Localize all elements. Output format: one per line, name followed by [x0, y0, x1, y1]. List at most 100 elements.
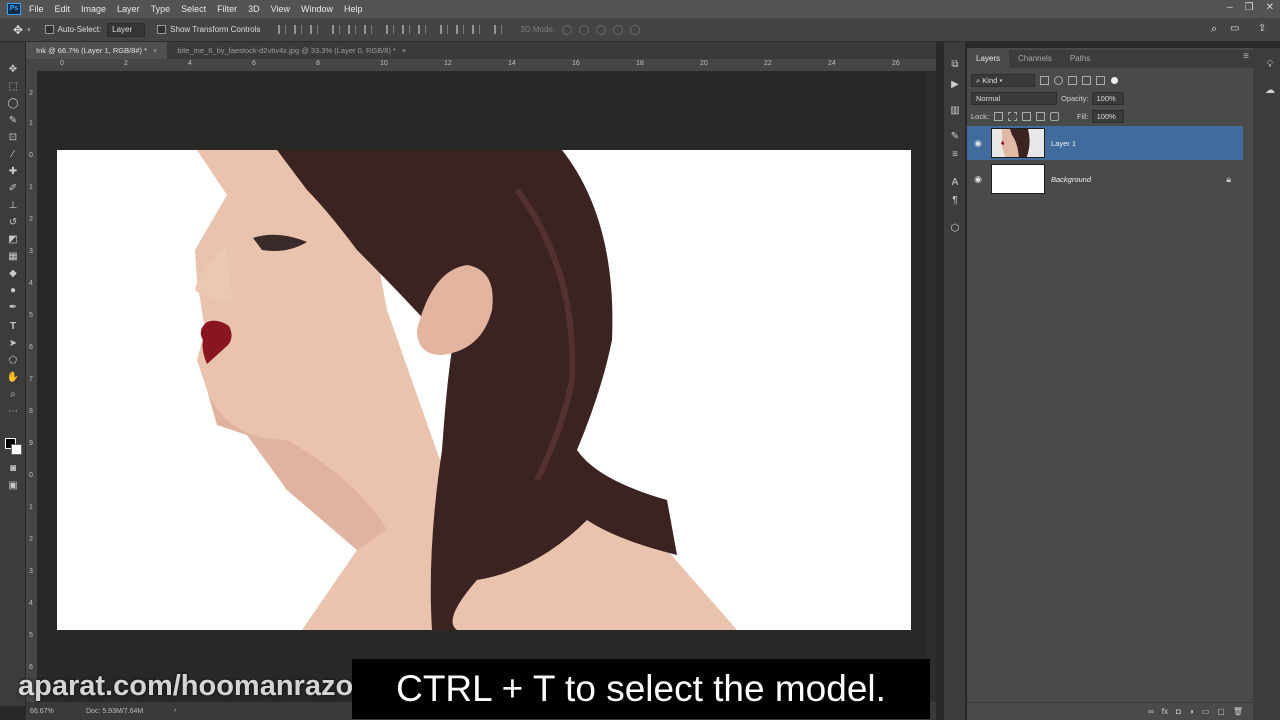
- gradient-tool-icon[interactable]: ▦: [6, 251, 20, 263]
- filter-pixel-icon[interactable]: [1040, 75, 1049, 85]
- visibility-eye-icon[interactable]: ◉: [967, 138, 989, 149]
- actions-panel-icon[interactable]: ▶: [948, 78, 962, 91]
- fill-input[interactable]: 100%: [1091, 109, 1124, 123]
- screen-mode-icon[interactable]: ▣: [6, 480, 20, 492]
- 3d-pan-icon[interactable]: [596, 24, 607, 35]
- align-left-icon[interactable]: [332, 25, 341, 34]
- quick-mask-icon[interactable]: ◙: [6, 463, 20, 475]
- tab-channels[interactable]: Channels: [1009, 50, 1061, 68]
- 3d-roll-icon[interactable]: [579, 24, 590, 35]
- auto-select-dropdown[interactable]: Layer: [107, 22, 146, 37]
- layers-scrollbar[interactable]: [1253, 48, 1260, 720]
- layer-row-background[interactable]: ◉ Background 🔒︎: [967, 162, 1243, 196]
- history-brush-tool-icon[interactable]: ↺: [6, 217, 20, 229]
- 3d-scale-icon[interactable]: [630, 24, 641, 35]
- type-tool-icon[interactable]: T: [6, 321, 20, 333]
- minimize-icon[interactable]: –: [1227, 2, 1233, 13]
- panel-divider[interactable]: [936, 42, 944, 720]
- background-color-swatch[interactable]: [11, 444, 22, 455]
- align-vcenter-icon[interactable]: [294, 25, 303, 34]
- lock-position-icon[interactable]: [1021, 111, 1031, 121]
- eraser-tool-icon[interactable]: ◩: [6, 234, 20, 246]
- workspace-icon[interactable]: ▭: [1230, 23, 1239, 34]
- ruler-origin[interactable]: [26, 59, 38, 72]
- close-tab-icon[interactable]: ×: [402, 46, 406, 55]
- menu-type[interactable]: Type: [151, 4, 171, 14]
- zoom-tool-icon[interactable]: ⌕: [6, 389, 20, 401]
- filter-toggle-icon[interactable]: [1111, 76, 1118, 84]
- filter-shape-icon[interactable]: [1082, 75, 1091, 85]
- link-layers-icon[interactable]: ∞: [1148, 707, 1154, 716]
- panel-menu-icon[interactable]: ≡: [1243, 51, 1249, 62]
- lasso-tool-icon[interactable]: ◯: [6, 98, 20, 110]
- tab-ink[interactable]: Ink @ 66.7% (Layer 1, RGB/8#) * ×: [26, 42, 168, 59]
- tab-layers[interactable]: Layers: [967, 50, 1010, 68]
- filter-smart-object-icon[interactable]: [1096, 75, 1105, 85]
- ruler-vertical[interactable]: 2 1 0 1 2 3 4 5 6 7 8 9 0 1 2 3 4 5 6: [26, 72, 38, 702]
- layer-name[interactable]: Background: [1051, 175, 1091, 184]
- quick-select-tool-icon[interactable]: ✎: [6, 115, 20, 127]
- align-top-icon[interactable]: [278, 25, 287, 34]
- restore-icon[interactable]: ❐: [1245, 2, 1254, 13]
- align-bottom-icon[interactable]: [310, 25, 319, 34]
- lock-all-icon[interactable]: [1049, 111, 1059, 121]
- auto-align-icon[interactable]: [494, 25, 503, 34]
- character-panel-icon[interactable]: A: [948, 176, 962, 189]
- distribute-bottom-icon[interactable]: [418, 25, 427, 34]
- libraries-panel-icon[interactable]: ☁: [1263, 84, 1277, 97]
- path-select-tool-icon[interactable]: ➤: [6, 338, 20, 350]
- document-canvas[interactable]: [57, 150, 911, 630]
- properties-panel-icon[interactable]: ≡: [948, 148, 962, 161]
- search-icon[interactable]: ⌕: [1211, 23, 1217, 36]
- show-transform-checkbox[interactable]: [157, 25, 167, 34]
- ruler-horizontal[interactable]: 0 2 4 6 8 10 12 14 16 18 20 22 24 26: [38, 59, 936, 72]
- align-right-icon[interactable]: [364, 25, 373, 34]
- crop-tool-icon[interactable]: ⊡: [6, 132, 20, 144]
- layer-row-layer-1[interactable]: ◉ Layer 1: [967, 126, 1243, 160]
- 3d-panel-icon[interactable]: ⬡: [948, 222, 962, 235]
- 3d-orbit-icon[interactable]: [562, 24, 573, 35]
- add-mask-icon[interactable]: ◘: [1176, 707, 1181, 716]
- delete-layer-icon[interactable]: 🗑: [1233, 707, 1243, 716]
- menu-image[interactable]: Image: [81, 4, 106, 14]
- menu-edit[interactable]: Edit: [55, 4, 71, 14]
- blend-mode-dropdown[interactable]: Normal: [971, 91, 1057, 105]
- 3d-slide-icon[interactable]: [613, 24, 624, 35]
- blur-tool-icon[interactable]: ◆: [6, 268, 20, 280]
- share-icon[interactable]: ⇪: [1258, 23, 1266, 34]
- eyedropper-tool-icon[interactable]: ⁄: [6, 149, 20, 161]
- history-panel-icon[interactable]: ⧉: [948, 58, 962, 71]
- distribute-vcenter-icon[interactable]: [402, 25, 411, 34]
- healing-brush-tool-icon[interactable]: ✚: [6, 166, 20, 178]
- new-layer-icon[interactable]: ▢: [1217, 707, 1225, 716]
- hand-tool-icon[interactable]: ✋: [6, 372, 20, 384]
- lock-artboard-icon[interactable]: [1035, 111, 1045, 121]
- auto-select-checkbox[interactable]: [44, 25, 54, 34]
- menu-window[interactable]: Window: [301, 4, 333, 14]
- adjustment-layer-icon[interactable]: ◑: [1189, 707, 1194, 716]
- new-group-icon[interactable]: ▭: [1202, 707, 1210, 716]
- opacity-input[interactable]: 100%: [1091, 91, 1124, 105]
- align-hcenter-icon[interactable]: [348, 25, 357, 34]
- visibility-eye-icon[interactable]: ◉: [967, 174, 989, 185]
- zoom-level[interactable]: 66.67%: [30, 708, 54, 715]
- move-tool-icon[interactable]: ✥: [6, 64, 20, 76]
- distribute-hcenter-icon[interactable]: [456, 25, 465, 34]
- tab-bite-me[interactable]: bite_me_6_by_faestock-d2vbv4z.jpg @ 33.3…: [167, 42, 416, 59]
- brush-tool-icon[interactable]: ✐: [6, 183, 20, 195]
- more-tools-icon[interactable]: ⋯: [6, 406, 20, 418]
- brush-panel-icon[interactable]: ✎: [948, 130, 962, 143]
- filter-kind-dropdown[interactable]: ⌕ Kind ▾: [971, 73, 1035, 87]
- close-icon[interactable]: ✕: [1266, 2, 1274, 13]
- layer-style-icon[interactable]: fx: [1162, 707, 1168, 716]
- marquee-tool-icon[interactable]: ⬚: [6, 81, 20, 93]
- layer-name[interactable]: Layer 1: [1051, 139, 1076, 148]
- lock-transparent-icon[interactable]: [993, 111, 1003, 121]
- status-arrow-icon[interactable]: ›: [174, 707, 176, 714]
- menu-3d[interactable]: 3D: [248, 4, 260, 14]
- menu-view[interactable]: View: [271, 4, 290, 14]
- menu-layer[interactable]: Layer: [117, 4, 140, 14]
- tool-preset-chevron-icon[interactable]: ▾: [27, 26, 31, 34]
- distribute-right-icon[interactable]: [472, 25, 481, 34]
- shape-tool-icon[interactable]: ⬠: [6, 355, 20, 367]
